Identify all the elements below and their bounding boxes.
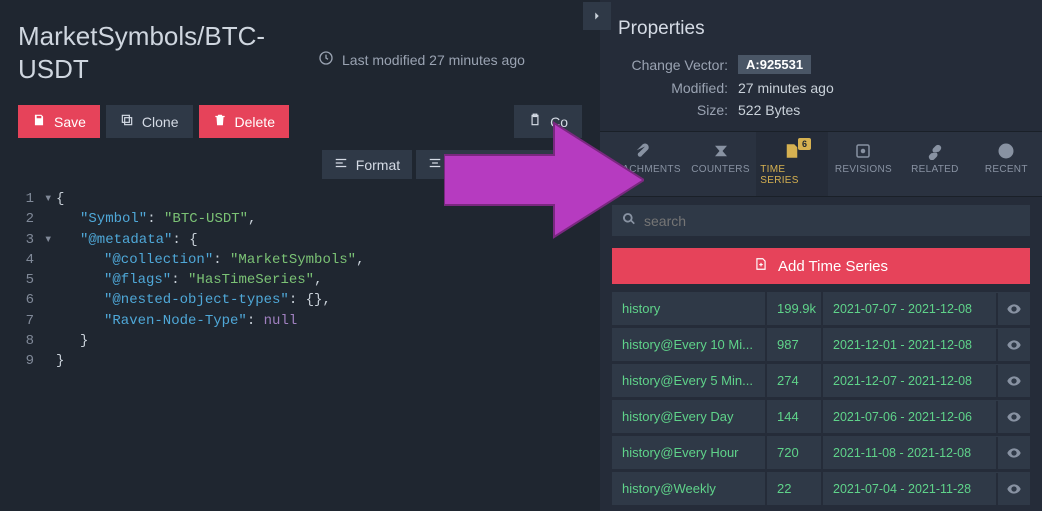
page-title: MarketSymbols/BTC-USDT xyxy=(18,20,278,85)
time-series-row: history@Every 5 Min...2742021-12-07 - 20… xyxy=(612,364,1030,397)
tab-counters[interactable]: COUNTERS xyxy=(685,132,756,196)
ts-name[interactable]: history@Every Day xyxy=(612,400,767,433)
trash-icon xyxy=(213,113,227,130)
ts-range: 2021-07-06 - 2021-12-06 xyxy=(823,401,998,433)
modified-label: Modified: xyxy=(618,80,728,96)
view-icon[interactable] xyxy=(998,409,1030,425)
ts-range: 2021-07-07 - 2021-12-08 xyxy=(823,293,998,325)
add-time-series-button[interactable]: Add Time Series xyxy=(612,248,1030,284)
ts-count: 144 xyxy=(767,400,823,433)
ts-name[interactable]: history@Every 5 Min... xyxy=(612,364,767,397)
ts-count: 987 xyxy=(767,328,823,361)
collapse-panel-handle[interactable] xyxy=(583,2,611,30)
search-input[interactable] xyxy=(644,213,1020,229)
ts-count: 274 xyxy=(767,364,823,397)
save-icon xyxy=(32,113,46,130)
view-icon[interactable] xyxy=(998,301,1030,317)
tab-related[interactable]: RELATED xyxy=(899,132,970,196)
change-vector-label: Change Vector: xyxy=(618,57,728,73)
collapse-doc-button[interactable]: Collapse document xyxy=(416,150,582,179)
detail-tabs: ATTACHMENTS COUNTERS 6 TIME SERIES REVIS… xyxy=(600,132,1042,197)
tab-revisions[interactable]: REVISIONS xyxy=(828,132,899,196)
code-editor[interactable]: 1▾{ 2 "Symbol": "BTC-USDT", 3▾"@metadata… xyxy=(0,185,600,376)
tab-attachments[interactable]: ATTACHMENTS xyxy=(600,132,685,196)
last-modified: Last modified 27 minutes ago xyxy=(318,50,525,69)
change-vector-value: A:925531 xyxy=(738,55,811,74)
add-icon xyxy=(754,257,768,275)
ts-count: 22 xyxy=(767,472,823,505)
format-button[interactable]: Format xyxy=(322,150,412,179)
tab-recent[interactable]: RECENT xyxy=(971,132,1042,196)
copy-button[interactable]: Co xyxy=(514,105,582,138)
time-series-row: history@Every 10 Mi...9872021-12-01 - 20… xyxy=(612,328,1030,361)
save-button[interactable]: Save xyxy=(18,105,100,138)
time-series-row: history@Weekly222021-07-04 - 2021-11-28 xyxy=(612,472,1030,505)
view-icon[interactable] xyxy=(998,481,1030,497)
properties-heading: Properties xyxy=(618,18,1024,40)
time-series-row: history@Every Day1442021-07-06 - 2021-12… xyxy=(612,400,1030,433)
properties-panel: Properties Change Vector: A:925531 Modif… xyxy=(600,0,1042,132)
time-series-row: history199.9k2021-07-07 - 2021-12-08 xyxy=(612,292,1030,325)
ts-range: 2021-11-08 - 2021-12-08 xyxy=(823,437,998,469)
ts-range: 2021-12-07 - 2021-12-08 xyxy=(823,365,998,397)
clipboard-icon xyxy=(528,113,542,130)
delete-button[interactable]: Delete xyxy=(199,105,289,138)
time-series-row: history@Every Hour7202021-11-08 - 2021-1… xyxy=(612,436,1030,469)
time-series-list: history199.9k2021-07-07 - 2021-12-08hist… xyxy=(600,292,1042,508)
search-icon xyxy=(622,212,636,229)
view-icon[interactable] xyxy=(998,337,1030,353)
view-icon[interactable] xyxy=(998,373,1030,389)
ts-count: 720 xyxy=(767,436,823,469)
size-label: Size: xyxy=(618,102,728,118)
ts-range: 2021-12-01 - 2021-12-08 xyxy=(823,329,998,361)
collapse-icon xyxy=(428,156,442,173)
view-icon[interactable] xyxy=(998,445,1030,461)
ts-name[interactable]: history@Every 10 Mi... xyxy=(612,328,767,361)
ts-name[interactable]: history xyxy=(612,292,767,325)
ts-name[interactable]: history@Every Hour xyxy=(612,436,767,469)
size-value: 522 Bytes xyxy=(738,102,800,118)
clock-icon xyxy=(318,50,334,69)
ts-range: 2021-07-04 - 2021-11-28 xyxy=(823,473,998,505)
ts-count: 199.9k xyxy=(767,292,823,325)
tab-time-series[interactable]: 6 TIME SERIES xyxy=(756,132,827,196)
clone-button[interactable]: Clone xyxy=(106,105,193,138)
modified-value: 27 minutes ago xyxy=(738,80,834,96)
time-series-search[interactable] xyxy=(612,205,1030,236)
ts-name[interactable]: history@Weekly xyxy=(612,472,767,505)
clone-icon xyxy=(120,113,134,130)
time-series-badge: 6 xyxy=(798,138,811,150)
format-icon xyxy=(334,156,348,173)
